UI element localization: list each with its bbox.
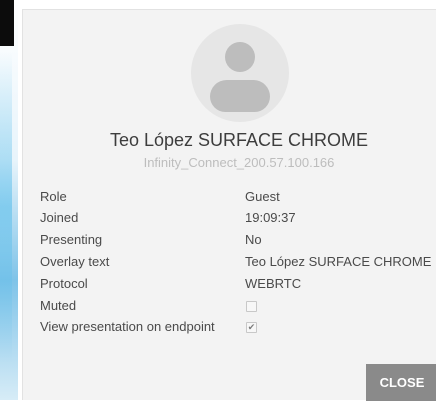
detail-row-role: Role Guest: [40, 187, 436, 207]
participant-details-dialog: Teo López SURFACE CHROME Infinity_Connec…: [22, 9, 436, 401]
detail-label: Joined: [40, 210, 79, 225]
background-edge: [0, 0, 18, 400]
detail-label: Protocol: [40, 276, 88, 291]
detail-row-protocol: Protocol WEBRTC: [40, 274, 436, 294]
detail-row-joined: Joined 19:09:37: [40, 208, 436, 228]
muted-checkbox[interactable]: [246, 301, 257, 312]
detail-label: Muted: [40, 298, 77, 313]
background-dark-panel: [0, 0, 14, 46]
avatar-body: [210, 80, 270, 112]
detail-value: No: [245, 232, 262, 247]
detail-label: Overlay text: [40, 254, 110, 269]
detail-label: Presenting: [40, 232, 103, 247]
detail-label: Role: [40, 189, 67, 204]
view-presentation-checkbox[interactable]: ✔: [246, 322, 257, 333]
participant-name: Teo López SURFACE CHROME: [109, 130, 369, 150]
detail-row-view-presentation: View presentation on endpoint ✔: [40, 317, 436, 337]
detail-value: Teo López SURFACE CHROME: [245, 254, 432, 269]
detail-value: WEBRTC: [245, 276, 302, 291]
detail-value: Guest: [245, 189, 280, 204]
detail-row-muted: Muted: [40, 296, 436, 316]
avatar-head: [225, 42, 255, 72]
detail-row-presenting: Presenting No: [40, 230, 436, 250]
background-glow: [0, 52, 12, 362]
close-button[interactable]: CLOSE: [366, 364, 436, 401]
detail-label: View presentation on endpoint: [40, 319, 215, 334]
detail-value: 19:09:37: [245, 210, 296, 225]
detail-row-overlay-text: Overlay text Teo López SURFACE CHROME: [40, 252, 436, 272]
user-avatar-icon: [191, 24, 289, 122]
participant-subname: Infinity_Connect_200.57.100.166: [143, 155, 335, 170]
